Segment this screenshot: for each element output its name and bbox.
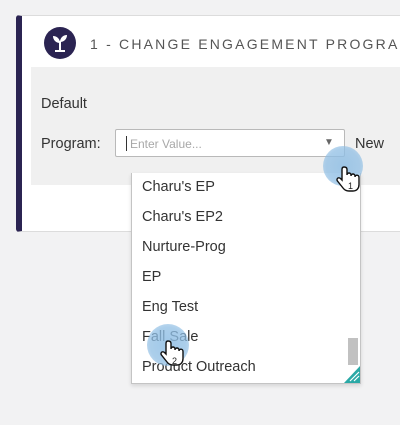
program-label: Program:: [41, 136, 101, 152]
sprout-icon: [44, 27, 76, 59]
program-placeholder: Enter Value...: [130, 137, 202, 151]
dropdown-item[interactable]: Nurture-Prog: [142, 239, 226, 255]
annotation-number-2: 2: [172, 356, 178, 366]
dropdown-item[interactable]: EP: [142, 269, 161, 285]
program-input[interactable]: Enter Value... ▼: [115, 129, 345, 157]
dropdown-item[interactable]: Eng Test: [142, 299, 198, 315]
chevron-down-icon[interactable]: ▼: [324, 137, 334, 148]
text-caret: [126, 136, 127, 151]
resize-grip-icon[interactable]: [344, 365, 361, 383]
dropdown-item[interactable]: Charu's EP: [142, 179, 215, 195]
scrollbar-thumb[interactable]: [348, 338, 358, 365]
new-label: New: [355, 136, 385, 152]
step-title: 1 - CHANGE ENGAGEMENT PROGRA: [90, 36, 400, 52]
dropdown-item[interactable]: Charu's EP2: [142, 209, 223, 225]
annotation-number-1: 1: [348, 181, 354, 191]
default-label: Default: [41, 96, 87, 112]
